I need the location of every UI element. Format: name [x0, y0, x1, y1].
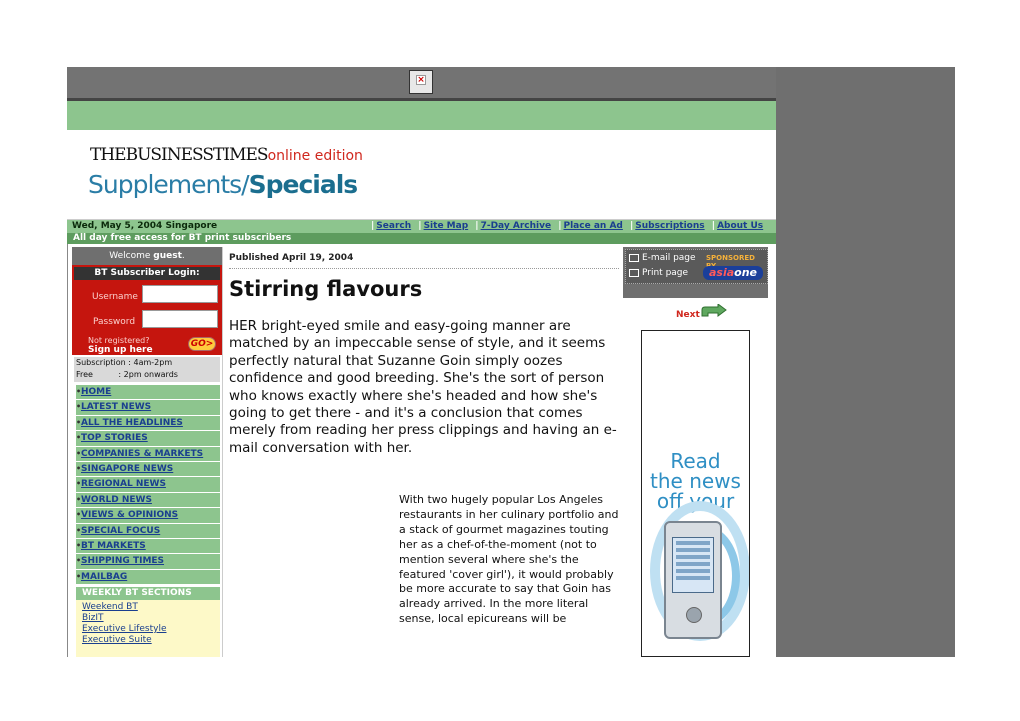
- print-page-label: Print page: [642, 268, 689, 278]
- menu-link[interactable]: WORLD NEWS: [81, 495, 152, 505]
- menu-link[interactable]: BT MARKETS: [81, 541, 146, 551]
- section-logo: Supplements/Specials: [88, 170, 359, 199]
- free-access-notice: All day free access for BT print subscri…: [67, 233, 776, 244]
- menu-item-mailbag[interactable]: • MAILBAG: [76, 569, 220, 586]
- username-label: Username: [92, 292, 138, 302]
- nav-links: | Search | Site Map | 7-Day Archive | Place …: [371, 221, 764, 231]
- menu-item-special-focus[interactable]: • SPECIAL FOCUS: [76, 523, 220, 539]
- nav-sitemap-link[interactable]: Site Map: [424, 221, 469, 231]
- right-margin: [776, 67, 955, 657]
- pda-screen: [672, 537, 714, 593]
- weekly-link-bizit[interactable]: BizIT: [82, 613, 220, 624]
- brand-suffix: online edition: [267, 148, 363, 164]
- subscription-hours: Subscription : 4am-2pm Free : 2pm onward…: [74, 357, 220, 382]
- username-input[interactable]: [142, 285, 218, 303]
- current-date: Wed, May 5, 2004 Singapore: [72, 221, 218, 231]
- section-logo-part1: Supplements/: [88, 170, 250, 199]
- menu-link[interactable]: TOP STORIES: [81, 433, 148, 443]
- ad-line-1: Read: [670, 449, 721, 473]
- password-label: Password: [93, 317, 136, 327]
- nav-place-ad-link[interactable]: Place an Ad: [564, 221, 623, 231]
- menu-item-shipping-times[interactable]: • SHIPPING TIMES: [76, 554, 220, 570]
- nav-subscriptions-link[interactable]: Subscriptions: [635, 221, 704, 231]
- top-navigation: Wed, May 5, 2004 Singapore | Search | Site…: [67, 220, 776, 233]
- menu-item-regional-news[interactable]: • REGIONAL NEWS: [76, 477, 220, 493]
- pda-device-image: [664, 521, 722, 639]
- menu-link[interactable]: COMPANIES & MARKETS: [81, 449, 203, 459]
- brand-logo[interactable]: THEBUSINESSTIMESonline edition: [90, 145, 363, 165]
- weekly-link-executive-lifestyle[interactable]: Executive Lifestyle: [82, 624, 220, 635]
- menu-link[interactable]: SPECIAL FOCUS: [81, 526, 160, 536]
- menu-item-world-news[interactable]: • WORLD NEWS: [76, 492, 220, 509]
- email-page-label: E-mail page: [642, 253, 696, 263]
- menu-link[interactable]: REGIONAL NEWS: [81, 479, 166, 489]
- welcome-message: Welcome guest.: [72, 247, 222, 265]
- not-registered-text: Not registered?: [88, 336, 150, 345]
- menu-link[interactable]: LATEST NEWS: [81, 402, 151, 412]
- ad-line-2: the news: [650, 469, 741, 493]
- menu-link[interactable]: ALL THE HEADLINES: [81, 418, 183, 428]
- article-body-paragraph: With two hugely popular Los Angeles rest…: [399, 493, 619, 626]
- subscription-hours-line: Subscription : 4am-2pm: [76, 358, 173, 367]
- menu-item-singapore-news[interactable]: • SINGAPORE NEWS: [76, 461, 220, 478]
- pda-navigation-pad: [686, 607, 702, 623]
- article: Published April 19, 2004 Stirring flavou…: [222, 247, 622, 657]
- brand-name: THEBUSINESSTIMES: [90, 145, 269, 165]
- weekly-link-weekend-bt[interactable]: Weekend BT: [82, 602, 220, 613]
- print-page-link[interactable]: Print page: [629, 268, 688, 278]
- weekly-sections-list: Weekend BT BizIT Executive Lifestyle Exe…: [76, 600, 220, 657]
- menu-item-companies-markets[interactable]: • COMPANIES & MARKETS: [76, 446, 220, 462]
- menu-item-home[interactable]: • HOME: [76, 385, 220, 401]
- menu-link[interactable]: SHIPPING TIMES: [81, 556, 164, 566]
- sponsor-brand-a: asia: [708, 266, 735, 279]
- menu-link[interactable]: SINGAPORE NEWS: [81, 464, 173, 474]
- nav-about-link[interactable]: About Us: [717, 221, 763, 231]
- password-input[interactable]: [142, 310, 218, 328]
- menu-item-bt-markets[interactable]: • BT MARKETS: [76, 538, 220, 555]
- menu-link[interactable]: HOME: [81, 387, 111, 397]
- weekly-sections-title: WEEKLY BT SECTIONS: [76, 587, 220, 600]
- menu-item-views-opinions[interactable]: • VIEWS & OPINIONS: [76, 508, 220, 524]
- next-link[interactable]: Next: [676, 310, 700, 320]
- welcome-user: guest: [153, 251, 182, 261]
- header-green-strip: [67, 98, 776, 130]
- article-headline: Stirring flavours: [229, 277, 423, 301]
- menu-link[interactable]: VIEWS & OPINIONS: [81, 510, 178, 520]
- page: × THEBUSINESSTIMESonline edition Supplem…: [0, 0, 1020, 721]
- welcome-prefix: Welcome: [109, 251, 151, 261]
- menu-item-all-headlines[interactable]: • ALL THE HEADLINES: [76, 415, 220, 432]
- article-tools: E-mail page Print page SPONSORED BY asia…: [623, 247, 768, 298]
- section-menu: • HOME • LATEST NEWS • ALL THE HEADLINES • T…: [76, 385, 220, 586]
- publish-date: Published April 19, 2004: [229, 253, 354, 263]
- article-lead-paragraph: HER bright-eyed smile and easy-going man…: [229, 318, 617, 456]
- menu-item-top-stories[interactable]: • TOP STORIES: [76, 431, 220, 447]
- dotted-divider: [229, 268, 619, 269]
- close-button[interactable]: ×: [409, 70, 433, 94]
- envelope-icon: [629, 253, 639, 262]
- next-arrow-icon[interactable]: [700, 304, 728, 320]
- left-sidebar: Welcome guest. BT Subscriber Login: User…: [72, 247, 222, 657]
- pda-advertisement[interactable]: Read the news off your: [641, 330, 750, 657]
- free-hours-line: Free : 2pm onwards: [76, 370, 178, 379]
- go-button[interactable]: GO>: [188, 337, 216, 351]
- login-title: BT Subscriber Login:: [74, 267, 220, 280]
- close-x-icon: ×: [416, 75, 426, 85]
- email-page-link[interactable]: E-mail page: [629, 253, 696, 263]
- sponsor-brand-b: one: [734, 266, 758, 279]
- menu-link[interactable]: MAILBAG: [81, 572, 127, 582]
- menu-item-latest-news[interactable]: • LATEST NEWS: [76, 400, 220, 416]
- subscriber-login-box: BT Subscriber Login: Username Password N…: [72, 265, 222, 355]
- signup-link[interactable]: Sign up here: [88, 345, 153, 355]
- asiaone-logo[interactable]: asiaone: [703, 266, 763, 280]
- nav-archive-link[interactable]: 7-Day Archive: [481, 221, 551, 231]
- article-tools-inner: E-mail page Print page SPONSORED BY asia…: [625, 249, 768, 284]
- printer-icon: [629, 268, 639, 277]
- section-logo-part2: Specials: [248, 170, 359, 199]
- nav-search-link[interactable]: Search: [376, 221, 411, 231]
- weekly-link-executive-suite[interactable]: Executive Suite: [82, 635, 220, 646]
